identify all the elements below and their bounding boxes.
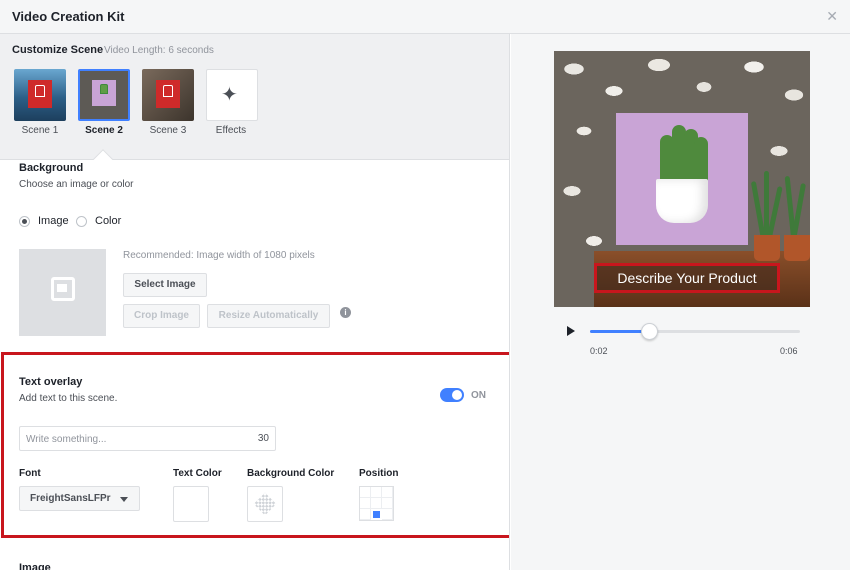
potted-plants xyxy=(750,141,810,261)
image-radio-label: Image xyxy=(38,215,69,227)
scene-2-label: Scene 2 xyxy=(85,125,123,136)
magic-wand-icon: ✦ xyxy=(221,84,238,106)
scene-header: Customize Scene Video Length: 6 seconds … xyxy=(0,34,509,169)
product-image xyxy=(616,113,748,245)
scene-3-thumbnail[interactable] xyxy=(142,69,194,121)
current-time: 0:02 xyxy=(590,346,608,356)
crop-image-button[interactable]: Crop Image xyxy=(123,304,200,328)
playback-handle[interactable] xyxy=(640,323,658,340)
character-count: 30 xyxy=(257,433,269,444)
playback-progress xyxy=(590,330,649,333)
scene-2-thumbnail[interactable] xyxy=(78,69,130,121)
overlay-text-field[interactable]: 30 xyxy=(19,426,276,451)
background-image-placeholder xyxy=(19,249,106,336)
position-bottom-center[interactable] xyxy=(373,511,380,518)
scene-3-label: Scene 3 xyxy=(149,125,187,136)
video-preview: Describe Your Product xyxy=(554,51,810,307)
overlay-caption: Describe Your Product xyxy=(594,263,780,293)
product-image xyxy=(28,80,52,108)
background-title: Background xyxy=(19,162,84,174)
overlay-text-input[interactable] xyxy=(26,431,246,447)
font-label: Font xyxy=(19,468,41,479)
text-overlay-title: Text overlay xyxy=(19,376,83,388)
product-image xyxy=(156,80,180,108)
position-middle-right[interactable] xyxy=(382,498,393,509)
font-value: FreightSansLFPr xyxy=(30,493,111,504)
font-dropdown[interactable]: FreightSansLFPr xyxy=(19,486,140,511)
effects-button[interactable]: ✦ xyxy=(206,69,258,121)
text-color-swatch[interactable] xyxy=(173,486,209,522)
position-top-center[interactable] xyxy=(371,487,382,498)
settings-panel: Customize Scene Video Length: 6 seconds … xyxy=(0,34,510,570)
video-length: Video Length: 6 seconds xyxy=(104,45,214,56)
scene-1-label: Scene 1 xyxy=(21,125,59,136)
position-bottom-right[interactable] xyxy=(382,509,393,520)
total-time: 0:06 xyxy=(780,346,798,356)
play-icon[interactable] xyxy=(567,326,575,336)
resize-automatically-button[interactable]: Resize Automatically xyxy=(207,304,330,328)
chevron-down-icon xyxy=(120,497,128,502)
position-middle-center[interactable] xyxy=(371,498,382,509)
close-icon[interactable]: ✕ xyxy=(826,8,838,25)
image-radio[interactable] xyxy=(19,216,30,227)
background-color-swatch[interactable] xyxy=(247,486,283,522)
color-radio[interactable] xyxy=(76,216,87,227)
info-icon[interactable]: i xyxy=(340,307,351,318)
effects-label: Effects xyxy=(215,125,247,136)
background-subtitle: Choose an image or color xyxy=(19,179,134,190)
position-top-left[interactable] xyxy=(360,487,371,498)
position-grid[interactable] xyxy=(359,486,394,521)
transparent-pattern xyxy=(253,492,277,516)
customize-scene-label: Customize Scene xyxy=(12,44,104,56)
scene-1-thumbnail[interactable] xyxy=(14,69,66,121)
image-section-label: Image xyxy=(19,562,51,570)
text-overlay-subtitle: Add text to this scene. xyxy=(19,393,118,404)
position-bottom-left[interactable] xyxy=(360,509,371,520)
background-color-label: Background Color xyxy=(247,468,335,479)
image-recommendation: Recommended: Image width of 1080 pixels xyxy=(123,250,315,261)
select-image-button[interactable]: Select Image xyxy=(123,273,207,297)
toggle-state-label: ON xyxy=(471,390,486,401)
preview-panel: Describe Your Product 0:02 0:06 xyxy=(511,34,850,570)
position-label: Position xyxy=(359,468,399,479)
playback-slider[interactable] xyxy=(590,323,800,340)
color-radio-label: Color xyxy=(95,215,122,227)
text-color-label: Text Color xyxy=(173,468,222,479)
window-title: Video Creation Kit xyxy=(12,9,125,24)
title-bar: Video Creation Kit ✕ xyxy=(0,0,850,34)
position-top-right[interactable] xyxy=(382,487,393,498)
position-middle-left[interactable] xyxy=(360,498,371,509)
picture-icon xyxy=(51,277,75,301)
text-overlay-toggle[interactable] xyxy=(440,388,464,402)
product-image xyxy=(92,80,116,106)
selected-scene-caret xyxy=(93,149,113,169)
